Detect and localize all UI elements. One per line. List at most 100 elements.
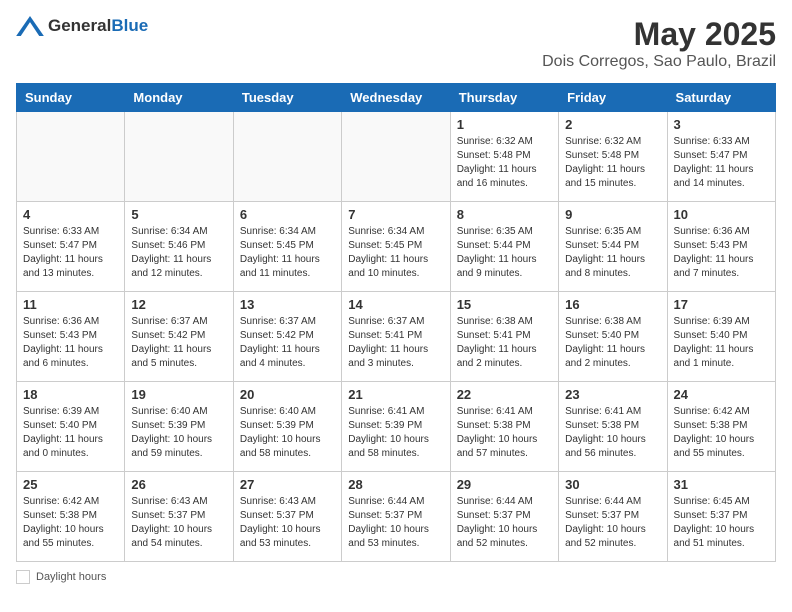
day-number: 16 [565,297,660,312]
day-info: Sunrise: 6:34 AMSunset: 5:45 PMDaylight:… [240,225,335,281]
day-cell-24: 24Sunrise: 6:42 AMSunset: 5:38 PMDayligh… [667,382,775,472]
day-cell-11: 11Sunrise: 6:36 AMSunset: 5:43 PMDayligh… [17,292,125,382]
day-cell-21: 21Sunrise: 6:41 AMSunset: 5:39 PMDayligh… [342,382,450,472]
day-info: Sunrise: 6:39 AMSunset: 5:40 PMDaylight:… [674,315,769,371]
day-cell-30: 30Sunrise: 6:44 AMSunset: 5:37 PMDayligh… [559,472,667,562]
day-number: 10 [674,207,769,222]
day-number: 26 [131,477,226,492]
day-cell-26: 26 Sunrise: 6:43 AMSunset: 5:37 PMDayligh… [125,472,233,562]
day-number: 6 [240,207,335,222]
day-number: 18 [23,387,118,402]
day-info: Sunrise: 6:41 AMSunset: 5:38 PMDaylight:… [565,405,660,461]
day-cell-12: 12 Sunrise: 6:37 AMSunset: 5:42 PMDayligh… [125,292,233,382]
day-info: Sunrise: 6:44 AMSunset: 5:37 PMDaylight:… [348,495,443,551]
day-cell-18: 18Sunrise: 6:39 AMSunset: 5:40 PMDayligh… [17,382,125,472]
day-cell-3: 3 Sunrise: 6:33 AMSunset: 5:47 PMDaylight… [667,112,775,202]
day-number: 2 [565,117,660,132]
day-number: 12 [131,297,226,312]
day-info: Sunrise: 6:37 AMSunset: 5:42 PMDaylight:… [131,315,226,371]
day-number: 19 [131,387,226,402]
day-number: 23 [565,387,660,402]
day-number: 22 [457,387,552,402]
page-header: GeneralBlue May 2025 Dois Corregos, Sao … [16,16,776,71]
logo-general: General [48,16,111,35]
day-cell-31: 31 Sunrise: 6:45 AMSunset: 5:37 PMDayligh… [667,472,775,562]
day-info: Sunrise: 6:38 AMSunset: 5:40 PMDaylight:… [565,315,660,371]
calendar-table: SundayMondayTuesdayWednesdayThursdayFrid… [16,83,776,562]
day-info: Sunrise: 6:44 AMSunset: 5:37 PMDaylight:… [457,495,552,551]
day-cell-4: 4 Sunrise: 6:33 AMSunset: 5:47 PMDaylight… [17,202,125,292]
day-cell-19: 19 Sunrise: 6:40 AMSunset: 5:39 PMDayligh… [125,382,233,472]
day-info: Sunrise: 6:34 AMSunset: 5:46 PMDaylight:… [131,225,226,281]
day-info: Sunrise: 6:33 AMSunset: 5:47 PMDaylight:… [674,135,769,191]
day-cell-27: 27 Sunrise: 6:43 AMSunset: 5:37 PMDayligh… [233,472,341,562]
day-info: Sunrise: 6:38 AMSunset: 5:41 PMDaylight:… [457,315,552,371]
day-info: Sunrise: 6:33 AMSunset: 5:47 PMDaylight:… [23,225,118,281]
day-number: 14 [348,297,443,312]
day-cell-2: 2 Sunrise: 6:32 AMSunset: 5:48 PMDaylight… [559,112,667,202]
week-row-3: 11Sunrise: 6:36 AMSunset: 5:43 PMDayligh… [17,292,776,382]
week-row-4: 18Sunrise: 6:39 AMSunset: 5:40 PMDayligh… [17,382,776,472]
col-header-saturday: Saturday [667,84,775,112]
col-header-sunday: Sunday [17,84,125,112]
day-cell-10: 10 Sunrise: 6:36 AMSunset: 5:43 PMDayligh… [667,202,775,292]
col-header-wednesday: Wednesday [342,84,450,112]
day-number: 25 [23,477,118,492]
day-number: 24 [674,387,769,402]
col-header-monday: Monday [125,84,233,112]
day-cell-14: 14 Sunrise: 6:37 AMSunset: 5:41 PMDayligh… [342,292,450,382]
day-number: 15 [457,297,552,312]
day-info: Sunrise: 6:41 AMSunset: 5:38 PMDaylight:… [457,405,552,461]
empty-cell [125,112,233,202]
logo: GeneralBlue [16,16,148,36]
day-info: Sunrise: 6:32 AMSunset: 5:48 PMDaylight:… [565,135,660,191]
day-number: 4 [23,207,118,222]
day-cell-28: 28Sunrise: 6:44 AMSunset: 5:37 PMDayligh… [342,472,450,562]
day-cell-7: 7 Sunrise: 6:34 AMSunset: 5:45 PMDaylight… [342,202,450,292]
day-info: Sunrise: 6:43 AMSunset: 5:37 PMDaylight:… [240,495,335,551]
day-cell-20: 20Sunrise: 6:40 AMSunset: 5:39 PMDayligh… [233,382,341,472]
logo-blue: Blue [111,16,148,35]
col-header-thursday: Thursday [450,84,558,112]
footer-box [16,570,30,584]
calendar-header-row: SundayMondayTuesdayWednesdayThursdayFrid… [17,84,776,112]
day-info: Sunrise: 6:34 AMSunset: 5:45 PMDaylight:… [348,225,443,281]
day-info: Sunrise: 6:36 AMSunset: 5:43 PMDaylight:… [674,225,769,281]
empty-cell [233,112,341,202]
day-cell-8: 8Sunrise: 6:35 AMSunset: 5:44 PMDaylight… [450,202,558,292]
day-number: 20 [240,387,335,402]
day-number: 29 [457,477,552,492]
day-cell-6: 6 Sunrise: 6:34 AMSunset: 5:45 PMDaylight… [233,202,341,292]
col-header-tuesday: Tuesday [233,84,341,112]
footer-label: Daylight hours [36,571,106,583]
day-number: 3 [674,117,769,132]
day-info: Sunrise: 6:44 AMSunset: 5:37 PMDaylight:… [565,495,660,551]
day-number: 27 [240,477,335,492]
day-cell-1: 1Sunrise: 6:32 AMSunset: 5:48 PMDaylight… [450,112,558,202]
col-header-friday: Friday [559,84,667,112]
day-cell-22: 22 Sunrise: 6:41 AMSunset: 5:38 PMDayligh… [450,382,558,472]
week-row-1: 1Sunrise: 6:32 AMSunset: 5:48 PMDaylight… [17,112,776,202]
day-info: Sunrise: 6:43 AMSunset: 5:37 PMDaylight:… [131,495,226,551]
day-info: Sunrise: 6:37 AMSunset: 5:41 PMDaylight:… [348,315,443,371]
day-number: 11 [23,297,118,312]
main-title: May 2025 [542,16,776,53]
day-cell-15: 15 Sunrise: 6:38 AMSunset: 5:41 PMDayligh… [450,292,558,382]
day-info: Sunrise: 6:45 AMSunset: 5:37 PMDaylight:… [674,495,769,551]
day-cell-13: 13Sunrise: 6:37 AMSunset: 5:42 PMDayligh… [233,292,341,382]
day-cell-17: 17 Sunrise: 6:39 AMSunset: 5:40 PMDayligh… [667,292,775,382]
footer: Daylight hours [16,570,776,584]
empty-cell [342,112,450,202]
day-info: Sunrise: 6:40 AMSunset: 5:39 PMDaylight:… [131,405,226,461]
day-number: 31 [674,477,769,492]
title-block: May 2025 Dois Corregos, Sao Paulo, Brazi… [542,16,776,71]
day-number: 17 [674,297,769,312]
day-cell-23: 23 Sunrise: 6:41 AMSunset: 5:38 PMDayligh… [559,382,667,472]
day-info: Sunrise: 6:35 AMSunset: 5:44 PMDaylight:… [565,225,660,281]
day-cell-25: 25Sunrise: 6:42 AMSunset: 5:38 PMDayligh… [17,472,125,562]
day-number: 7 [348,207,443,222]
day-number: 5 [131,207,226,222]
day-number: 8 [457,207,552,222]
day-number: 13 [240,297,335,312]
day-cell-9: 9Sunrise: 6:35 AMSunset: 5:44 PMDaylight… [559,202,667,292]
